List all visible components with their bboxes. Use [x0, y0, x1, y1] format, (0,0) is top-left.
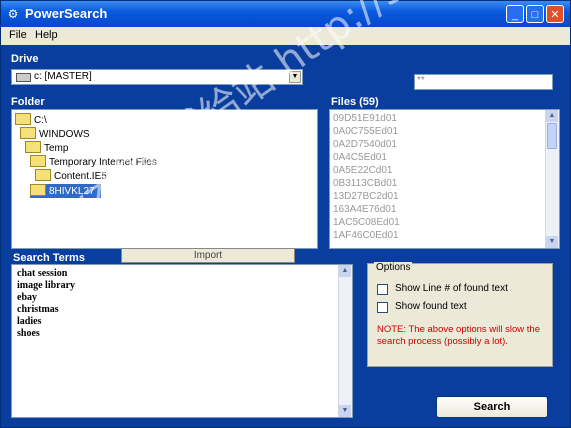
menu-help[interactable]: Help [35, 29, 58, 41]
folder-icon [25, 141, 41, 153]
folder-icon [30, 184, 46, 196]
files-list[interactable]: 09D51E91d01 0A0C755Ed01 0A2D7540d01 0A4C… [329, 109, 560, 249]
term-line: ebay [17, 292, 37, 303]
options-note: NOTE: The above options will slow the se… [377, 324, 540, 347]
drive-select[interactable]: c: [MASTER] ▼ [11, 69, 303, 85]
tree-item[interactable]: C:\ [15, 113, 47, 127]
terms-scrollbar[interactable]: ▲ ▼ [338, 265, 352, 417]
scroll-down-icon[interactable]: ▼ [546, 236, 558, 248]
folder-icon [20, 127, 36, 139]
scroll-up-icon[interactable]: ▲ [339, 265, 351, 277]
folder-icon [35, 169, 51, 181]
show-found-checkbox[interactable] [377, 302, 388, 313]
list-item[interactable]: 1AF46C0Ed01 [333, 230, 399, 241]
options-label: Options [374, 262, 413, 273]
scroll-up-icon[interactable]: ▲ [546, 110, 558, 122]
folder-tree[interactable]: C:\ WINDOWS Temp Temporary Internet File… [11, 109, 318, 249]
chevron-down-icon[interactable]: ▼ [289, 71, 301, 83]
import-button[interactable]: Import [121, 248, 295, 263]
tree-item[interactable]: Content.IE5 [35, 169, 107, 183]
main-window: ⚙ PowerSearch _ □ ✕ File Help Drive c: [… [0, 0, 571, 428]
scroll-down-icon[interactable]: ▼ [339, 405, 351, 417]
tree-item[interactable]: WINDOWS [20, 127, 90, 141]
list-item[interactable]: 0A4C5Ed01 [333, 152, 387, 163]
list-item[interactable]: 1AC5C08Ed01 [333, 217, 400, 228]
search-button[interactable]: Search [436, 396, 548, 418]
title-bar[interactable]: ⚙ PowerSearch _ □ ✕ [1, 1, 570, 27]
files-label: Files (59) [331, 96, 379, 108]
search-terms-textarea[interactable]: chat session image library ebay christma… [11, 264, 353, 418]
close-button[interactable]: ✕ [546, 5, 564, 23]
list-item[interactable]: 0A0C755Ed01 [333, 126, 398, 137]
term-line: image library [17, 280, 76, 291]
list-item[interactable]: 0A5E22Cd01 [333, 165, 393, 176]
menu-bar: File Help [1, 27, 570, 45]
minimize-button[interactable]: _ [506, 5, 524, 23]
drive-icon [16, 73, 31, 82]
scroll-thumb[interactable] [547, 123, 557, 149]
drive-value: c: [MASTER] [34, 71, 92, 82]
list-item[interactable]: 163A4E76d01 [333, 204, 396, 215]
app-icon: ⚙ [7, 7, 19, 21]
filter-input[interactable]: ** [414, 74, 553, 90]
folder-icon [30, 155, 46, 167]
folder-label: Folder [11, 96, 45, 108]
folder-icon [15, 113, 31, 125]
show-line-checkbox[interactable] [377, 284, 388, 295]
term-line: christmas [17, 304, 59, 315]
show-found-label[interactable]: Show found text [395, 301, 467, 312]
tree-item-selected[interactable]: 8HIVKL27 [30, 184, 101, 198]
menu-file[interactable]: File [9, 29, 27, 41]
drive-label: Drive [11, 53, 39, 65]
search-terms-label: Search Terms [13, 252, 85, 264]
list-item[interactable]: 0B3113CBd01 [333, 178, 397, 189]
maximize-button[interactable]: □ [526, 5, 544, 23]
list-item[interactable]: 0A2D7540d01 [333, 139, 397, 150]
tree-item[interactable]: Temporary Internet Files [30, 155, 157, 169]
term-line: shoes [17, 328, 40, 339]
options-group: Options Show Line # of found text Show f… [367, 262, 553, 367]
files-scrollbar[interactable]: ▲ ▼ [545, 110, 559, 248]
term-line: chat session [17, 268, 68, 279]
window-title: PowerSearch [25, 6, 108, 21]
term-line: ladies [17, 316, 42, 327]
list-item[interactable]: 09D51E91d01 [333, 113, 397, 124]
show-line-label[interactable]: Show Line # of found text [395, 283, 508, 294]
list-item[interactable]: 13D27BC2d01 [333, 191, 399, 202]
tree-item[interactable]: Temp [25, 141, 68, 155]
